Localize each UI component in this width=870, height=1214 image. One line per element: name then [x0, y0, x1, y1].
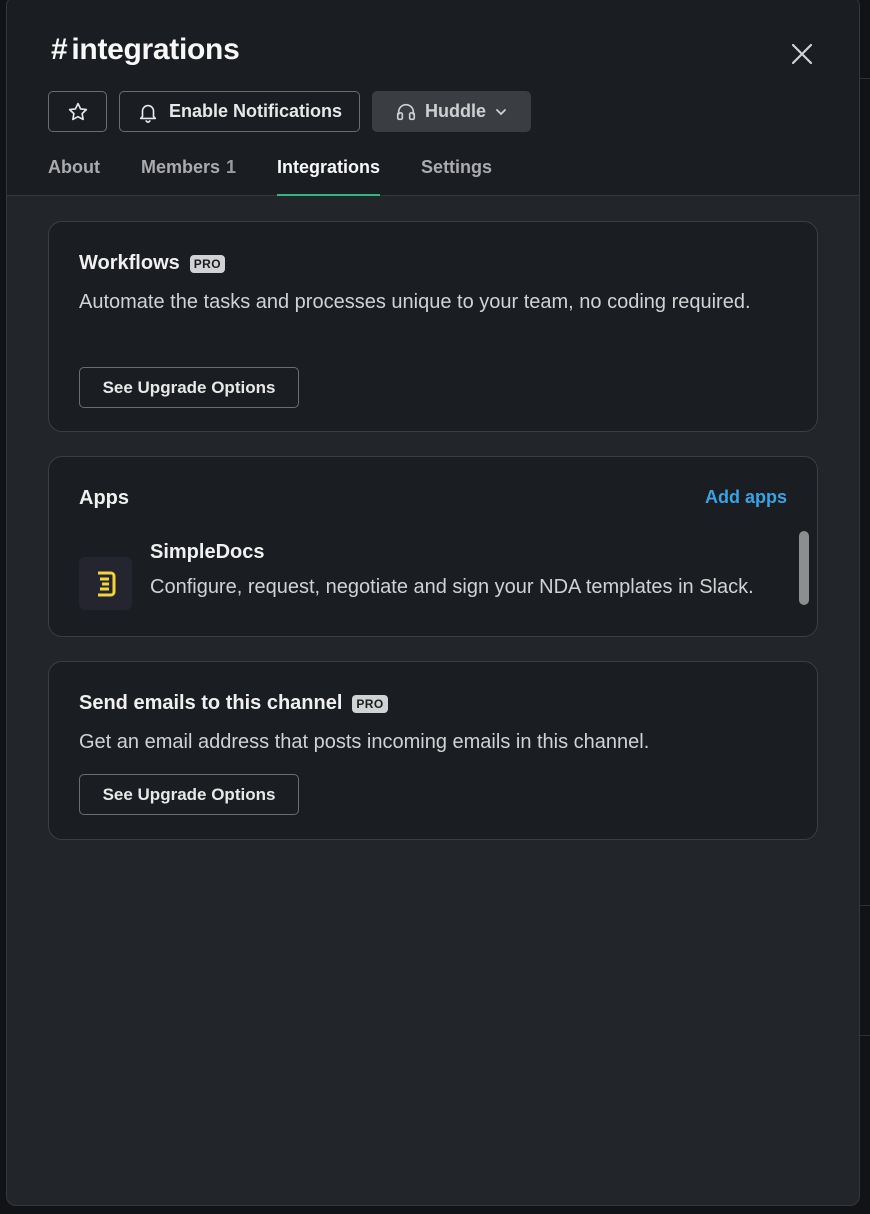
dialog-tabs: About Members 1 Integrations Settings: [48, 157, 492, 196]
apps-title: Apps: [79, 487, 129, 510]
tab-settings[interactable]: Settings: [421, 157, 492, 196]
workflows-upgrade-button[interactable]: See Upgrade Options: [79, 367, 299, 408]
close-button[interactable]: [787, 39, 817, 69]
tab-members[interactable]: Members 1: [141, 157, 236, 196]
channel-hash: #: [51, 33, 68, 66]
headphones-icon: [396, 103, 416, 120]
members-count: 1: [226, 157, 237, 177]
channel-details-dialog: # integrations Enable Notifications Hudd…: [6, 0, 860, 1206]
star-channel-button[interactable]: [48, 91, 107, 132]
chevron-down-icon: [496, 108, 506, 115]
enable-notifications-label: Enable Notifications: [168, 101, 343, 121]
huddle-button[interactable]: Huddle: [372, 91, 531, 132]
backdrop-divider: [860, 78, 870, 79]
pro-badge: PRO: [352, 694, 388, 713]
bell-icon: [139, 104, 157, 123]
workflows-description: Automate the tasks and processes unique …: [79, 291, 751, 313]
enable-notifications-button[interactable]: Enable Notifications: [119, 91, 360, 132]
emails-title: Send emails to this channel PRO: [79, 692, 388, 715]
tab-label: Settings: [421, 157, 493, 177]
tab-label: Integrations: [277, 157, 381, 177]
backdrop-divider: [860, 905, 870, 906]
star-icon: [68, 102, 87, 120]
app-list-item[interactable]: SimpleDocs Configure, request, negotiate…: [79, 539, 769, 619]
workflows-title-text: Workflows: [79, 252, 180, 274]
backdrop-divider: [860, 1035, 870, 1036]
workflows-card: Workflows PRO Automate the tasks and pro…: [48, 221, 818, 432]
apps-title-text: Apps: [79, 487, 129, 509]
workflows-title: Workflows PRO: [79, 252, 225, 275]
channel-action-buttons: Enable Notifications Huddle: [48, 91, 531, 132]
simpledocs-icon: [79, 557, 132, 610]
channel-title: # integrations: [51, 33, 240, 67]
app-description: Configure, request, negotiate and sign y…: [150, 576, 754, 598]
pro-badge: PRO: [189, 254, 225, 273]
close-icon: [791, 43, 813, 65]
emails-upgrade-button[interactable]: See Upgrade Options: [79, 774, 299, 815]
apps-card: Apps Add apps SimpleDocs Configure, requ…: [48, 456, 818, 637]
app-name: SimpleDocs: [150, 541, 265, 563]
emails-title-text: Send emails to this channel: [79, 692, 343, 714]
simpledocs-logo-icon: [97, 571, 115, 596]
channel-name: integrations: [71, 33, 240, 66]
add-apps-link[interactable]: Add apps: [705, 487, 787, 508]
emails-card: Send emails to this channel PRO Get an e…: [48, 661, 818, 840]
huddle-label: Huddle: [425, 101, 486, 121]
tab-about[interactable]: About: [48, 157, 100, 196]
apps-scrollbar[interactable]: [799, 531, 809, 605]
tab-label: About: [48, 157, 100, 177]
emails-description: Get an email address that posts incoming…: [79, 731, 650, 753]
dialog-header: # integrations Enable Notifications Hudd…: [7, 0, 859, 196]
tab-label: Members: [140, 157, 221, 177]
tab-integrations[interactable]: Integrations: [277, 157, 381, 196]
